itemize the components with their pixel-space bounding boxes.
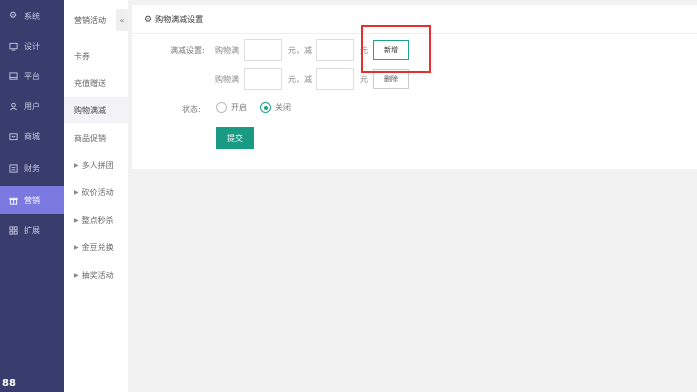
submenu-item-full-reduction[interactable]: 购物满减 — [64, 97, 128, 123]
sidebar-item-label: 用户 — [24, 101, 40, 111]
sidebar-item-label: 设计 — [24, 41, 40, 51]
sidebar-item-extend[interactable]: 扩展 — [0, 216, 64, 244]
user-icon — [8, 101, 18, 111]
submenu-item-lottery[interactable]: ▶ 抽奖活动 — [64, 262, 128, 288]
rule-mid-text: 元，减 — [288, 75, 312, 84]
sidebar-item-design[interactable]: 设计 — [0, 32, 64, 60]
grid-icon — [8, 225, 18, 235]
submenu-item-label: 抽奖活动 — [81, 270, 114, 280]
submenu-item-recharge[interactable]: 充值赠送 — [64, 70, 128, 96]
radio-circle — [216, 102, 227, 113]
bottom-logo-icon: 88 — [2, 378, 16, 389]
sidebar-item-label: 平台 — [24, 71, 40, 81]
sidebar-item-label: 系统 — [24, 11, 40, 21]
chevron-right-icon: ▶ — [74, 216, 79, 224]
submenu-item-flash-sale[interactable]: ▶ 整点秒杀 — [64, 207, 128, 233]
rule-prefix-text: 购物满 — [215, 75, 239, 84]
gear-icon: ⚙ — [8, 10, 18, 21]
submenu-item-label: 砍价活动 — [81, 187, 114, 197]
gift-icon — [8, 195, 18, 205]
discount-input[interactable] — [316, 68, 354, 90]
submenu-item-label: 购物满减 — [74, 105, 106, 115]
radio-label: 开启 — [231, 103, 247, 112]
sidebar-item-label: 营销 — [24, 195, 40, 205]
submenu-item-label: 金豆兑换 — [81, 242, 114, 252]
shop-icon — [8, 131, 18, 141]
rule-prefix-text: 购物满 — [215, 46, 239, 55]
chevron-right-icon: ▶ — [74, 271, 79, 279]
sidebar-item-label: 扩展 — [24, 225, 40, 235]
main-sidebar: ⚙ 系统 设计 平台 用户 商城 财务 营销 扩展 88 — [0, 0, 64, 392]
submenu-item-label: 整点秒杀 — [81, 215, 114, 225]
rule-suffix-text: 元 — [360, 75, 368, 84]
rule-mid-text: 元，减 — [288, 46, 312, 55]
sidebar-item-shop[interactable]: 商城 — [0, 122, 64, 150]
submenu-item-label: 多人拼团 — [81, 160, 114, 170]
chevron-right-icon: ▶ — [74, 188, 79, 196]
radio-circle — [260, 102, 271, 113]
submenu-item-group-buy[interactable]: ▶ 多人拼团 — [64, 152, 128, 178]
panel-title-text: 购物满减设置 — [155, 15, 204, 24]
submenu-item-label: 商品促销 — [74, 133, 106, 143]
submenu-item-promotion[interactable]: 商品促销 — [64, 125, 128, 151]
platform-icon — [8, 71, 18, 81]
radio-label: 关闭 — [275, 103, 291, 112]
sidebar-item-system[interactable]: ⚙ 系统 — [0, 2, 64, 30]
status-radio-on[interactable]: 开启 — [216, 102, 247, 113]
sidebar-item-platform[interactable]: 平台 — [0, 62, 64, 90]
panel-title: ⚙ 购物满减设置 — [144, 14, 203, 25]
rule-label: 满减设置: — [170, 46, 205, 55]
collapse-button[interactable]: « — [116, 9, 128, 31]
threshold-input[interactable] — [244, 39, 282, 61]
sidebar-item-label: 商城 — [24, 131, 40, 141]
sidebar-item-users[interactable]: 用户 — [0, 92, 64, 120]
submit-button[interactable]: 提交 — [216, 127, 254, 149]
chevron-right-icon: ▶ — [74, 243, 79, 251]
submenu-item-label: 充值赠送 — [74, 78, 106, 88]
finance-icon — [8, 163, 18, 173]
submenu-item-coupon[interactable]: 卡券 — [64, 43, 128, 69]
submenu-item-label: 卡券 — [74, 51, 90, 61]
chevron-right-icon: ▶ — [74, 161, 79, 169]
submenu-item-bean-exchange[interactable]: ▶ 金豆兑换 — [64, 234, 128, 260]
highlight-annotation — [361, 25, 431, 73]
submenu-item-bargain[interactable]: ▶ 砍价活动 — [64, 179, 128, 205]
status-label: 状态: — [182, 105, 201, 114]
submenu-panel: 营销活动 « 卡券 充值赠送 购物满减 商品促销 ▶ 多人拼团 ▶ 砍价活动 ▶… — [64, 0, 128, 392]
gear-icon: ⚙ — [144, 14, 153, 25]
threshold-input[interactable] — [244, 68, 282, 90]
sidebar-item-marketing[interactable]: 营销 — [0, 186, 64, 214]
status-radio-off[interactable]: 关闭 — [260, 102, 291, 113]
sidebar-item-finance[interactable]: 财务 — [0, 154, 64, 182]
discount-input[interactable] — [316, 39, 354, 61]
monitor-icon — [8, 41, 18, 51]
sidebar-item-label: 财务 — [24, 163, 40, 173]
